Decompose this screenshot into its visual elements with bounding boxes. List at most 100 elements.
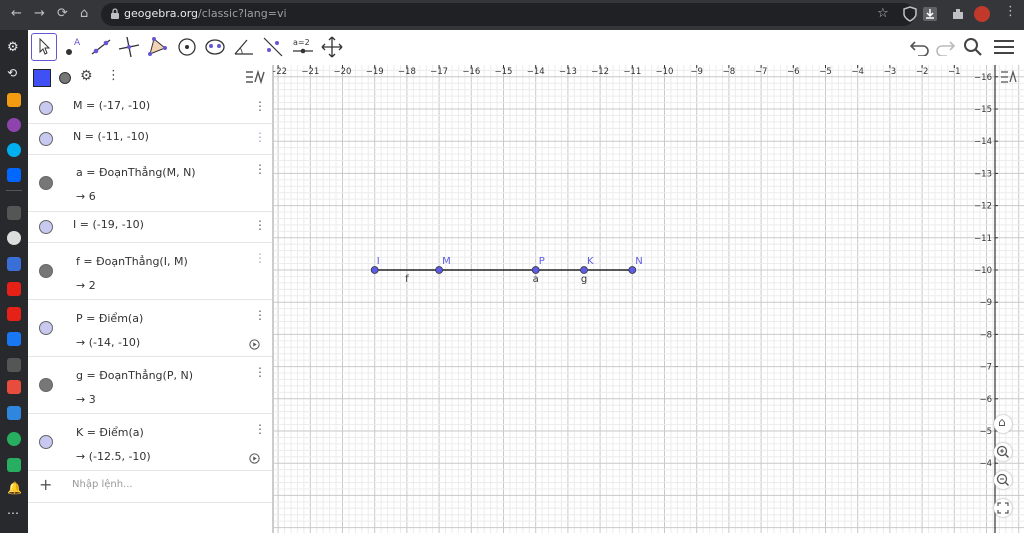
home-view-button[interactable]: ⌂ — [994, 415, 1012, 433]
settings-gear-icon[interactable]: ⚙ — [7, 40, 21, 55]
algebra-row-g[interactable]: g = ĐoạnThẳng(P, N) → 3 ⋮ — [28, 356, 272, 414]
tool-move[interactable] — [31, 33, 57, 61]
point-label-M: M — [442, 256, 451, 267]
x-tick-label: −6 — [787, 67, 800, 77]
more-down-icon[interactable] — [7, 358, 21, 372]
youtube-icon[interactable] — [7, 282, 21, 296]
redo-icon[interactable] — [934, 38, 956, 56]
point-N[interactable] — [628, 266, 637, 274]
visibility-toggle[interactable] — [39, 132, 53, 146]
point-M[interactable] — [435, 266, 444, 274]
crown-icon[interactable] — [7, 93, 21, 107]
facebook-icon[interactable] — [7, 332, 21, 346]
play-animation-icon[interactable] — [249, 339, 260, 350]
tool-line-icon[interactable] — [88, 34, 114, 60]
algebra-row-a[interactable]: a = ĐoạnThẳng(M, N) → 6 ⋮ — [28, 154, 272, 212]
download-icon[interactable] — [922, 6, 938, 22]
graphics-view[interactable]: −22 −21 −20 −19 −18 −17 −16 −15 −14 −13 −12 −11 −10 −… — [273, 65, 1024, 533]
visibility-toggle[interactable] — [39, 378, 53, 392]
add-plus-icon[interactable]: + — [39, 475, 52, 494]
algebra-row-P[interactable]: P = Điểm(a) → (-14, -10) ⋮ — [28, 299, 272, 357]
row-menu-icon[interactable]: ⋮ — [254, 251, 266, 265]
notification-bell-icon[interactable]: 🔔 — [7, 481, 22, 495]
visibility-toggle[interactable] — [39, 101, 53, 115]
algebra-input-row[interactable]: + Nhập lệnh... — [28, 470, 272, 503]
algebra-sort-icon[interactable] — [245, 69, 265, 85]
app-square-icon[interactable] — [7, 257, 21, 271]
tool-ellipse-icon[interactable] — [202, 34, 228, 60]
tool-perpendicular-icon[interactable] — [116, 34, 142, 60]
sheets-icon[interactable] — [7, 458, 21, 472]
youtube-icon-2[interactable] — [7, 307, 21, 321]
point-K[interactable] — [580, 266, 588, 274]
tool-polygon-icon[interactable] — [144, 34, 170, 60]
home-icon[interactable]: ⌂ — [80, 6, 88, 21]
graphics-style-bar-icon[interactable] — [1000, 69, 1020, 85]
visibility-toggle[interactable] — [39, 176, 53, 190]
row-menu-icon[interactable]: ⋮ — [254, 218, 266, 232]
row-value: → (-14, -10) — [76, 336, 141, 349]
x-tick-label: −3 — [884, 67, 897, 77]
row-definition: I = (-19, -10) — [73, 218, 144, 231]
tool-reflect-icon[interactable] — [260, 34, 286, 60]
color-swatch-button[interactable] — [33, 69, 51, 87]
search-icon[interactable] — [963, 37, 983, 57]
point-style-button[interactable] — [59, 72, 71, 84]
row-menu-icon[interactable]: ⋮ — [254, 130, 266, 144]
messenger-icon[interactable] — [7, 118, 21, 132]
shield-icon[interactable] — [902, 6, 918, 22]
profile-avatar[interactable] — [974, 6, 990, 22]
point-P[interactable] — [531, 266, 540, 274]
reload-icon[interactable]: ⟳ — [57, 6, 68, 21]
forward-icon[interactable]: → — [34, 6, 45, 21]
sale-icon[interactable] — [7, 406, 21, 420]
algebra-row-K[interactable]: K = Điểm(a) → (-12.5, -10) ⋮ — [28, 413, 272, 471]
extensions-icon[interactable] — [950, 6, 966, 22]
back-icon[interactable]: ← — [11, 6, 22, 21]
undo-icon[interactable] — [909, 38, 931, 56]
row-menu-icon[interactable]: ⋮ — [254, 162, 266, 176]
graphics-canvas[interactable]: −22 −21 −20 −19 −18 −17 −16 −15 −14 −13 −12 −11 −10 −… — [273, 65, 1024, 533]
algebra-row-N[interactable]: N = (-11, -10) ⋮ — [28, 123, 272, 155]
skype-icon[interactable] — [7, 143, 21, 157]
play-animation-icon[interactable] — [249, 453, 260, 464]
app-circle-icon[interactable] — [7, 231, 21, 245]
browser-toolbar: ← → ⟳ ⌂ geogebra.org/classic?lang=vi ☆ ⋮ — [0, 0, 1024, 30]
hamburger-menu-icon[interactable] — [994, 39, 1014, 55]
algebra-row-I[interactable]: I = (-19, -10) ⋮ — [28, 211, 272, 243]
visibility-toggle[interactable] — [39, 435, 53, 449]
visibility-toggle[interactable] — [39, 264, 53, 278]
url-host: geogebra.org — [124, 7, 199, 20]
zalo-icon[interactable] — [7, 168, 21, 182]
history-icon[interactable]: ⟲ — [7, 66, 21, 80]
screen: ← → ⟳ ⌂ geogebra.org/classic?lang=vi ☆ ⋮… — [0, 0, 1024, 533]
settings-gear-icon-ggb[interactable]: ⚙ — [80, 68, 93, 84]
row-menu-icon[interactable]: ⋮ — [254, 422, 266, 436]
add-panel-icon[interactable] — [7, 206, 21, 220]
row-menu-icon[interactable]: ⋮ — [254, 99, 266, 113]
tool-angle-icon[interactable] — [231, 34, 257, 60]
url-path: /classic?lang=vi — [198, 7, 287, 20]
sidebar-more-icon[interactable]: ⋯ — [7, 506, 21, 520]
visibility-toggle[interactable] — [39, 321, 53, 335]
bookmark-star-icon[interactable]: ☆ — [877, 6, 889, 21]
row-menu-icon[interactable]: ⋮ — [254, 365, 266, 379]
algebra-row-M[interactable]: M = (-17, -10) ⋮ — [28, 92, 272, 124]
algebra-row-f[interactable]: f = ĐoạnThẳng(I, M) → 2 ⋮ — [28, 242, 272, 300]
zoom-in-button[interactable] — [994, 443, 1012, 461]
tool-move-view-icon[interactable] — [319, 34, 345, 60]
green-app-icon[interactable] — [7, 432, 21, 446]
browser-menu-icon[interactable]: ⋮ — [1004, 4, 1017, 19]
visibility-toggle[interactable] — [39, 220, 53, 234]
input-bar[interactable]: Nhập lệnh... — [72, 479, 133, 490]
row-menu-icon[interactable]: ⋮ — [254, 308, 266, 322]
tool-circle-icon[interactable] — [174, 34, 200, 60]
tool-point-icon[interactable]: A — [60, 34, 86, 60]
shop-icon[interactable] — [7, 380, 21, 394]
tool-slider-icon[interactable]: a=2 — [290, 34, 316, 60]
point-I[interactable] — [370, 266, 379, 274]
zoom-out-button[interactable] — [994, 471, 1012, 489]
algebra-more-icon[interactable]: ⋮ — [107, 68, 120, 83]
fullscreen-button[interactable] — [994, 499, 1012, 517]
address-bar[interactable]: geogebra.org/classic?lang=vi ☆ — [101, 3, 915, 26]
